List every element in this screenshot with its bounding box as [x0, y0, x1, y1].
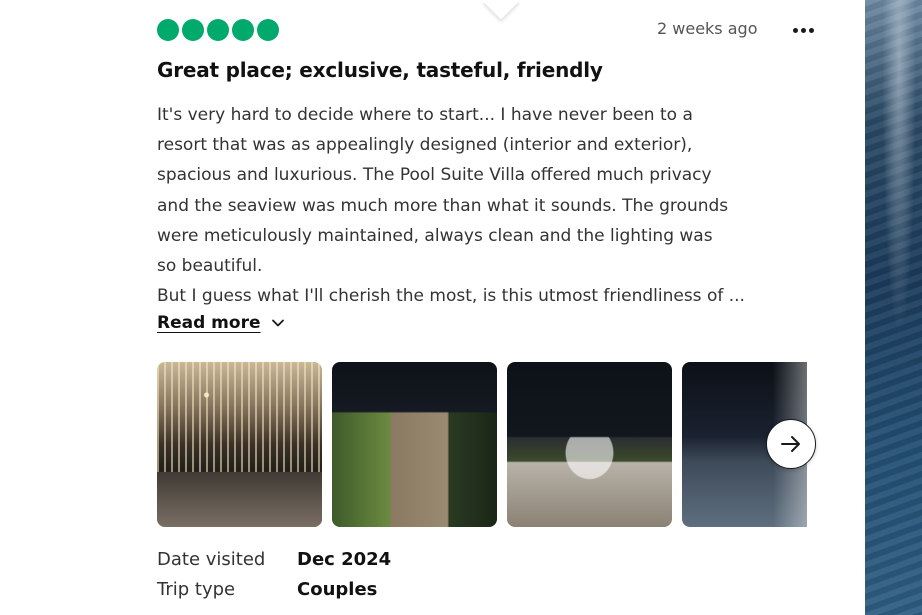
read-more-label: Read more: [157, 313, 261, 333]
detail-value: Dec 2024: [297, 549, 392, 570]
more-options-button[interactable]: [787, 17, 819, 43]
rating-bubble-icon: [207, 19, 229, 41]
review-title: Great place; exclusive, tasteful, friend…: [157, 58, 603, 82]
review-photo-pergola-walkway[interactable]: [507, 362, 672, 527]
read-more-button[interactable]: Read more: [157, 313, 285, 333]
rating-bubble-icon: [257, 19, 279, 41]
rating-bubbles: [157, 19, 279, 41]
review-body-line: so beautiful.: [157, 256, 263, 277]
review-body-line: spacious and luxurious. The Pool Suite V…: [157, 165, 712, 186]
review-date: 2 weeks ago: [657, 19, 758, 38]
left-gutter: [0, 0, 135, 615]
gallery-next-button[interactable]: [766, 419, 816, 469]
chevron-down-icon: [271, 319, 284, 327]
detail-row-trip-type: Trip type Couples: [157, 579, 377, 600]
photo-gallery: [157, 362, 807, 527]
review-photo-garden-path[interactable]: [332, 362, 497, 527]
review-body-line: It's very hard to decide where to start.…: [157, 105, 693, 125]
detail-value: Couples: [297, 579, 378, 600]
review-card: 2 weeks ago Great place; exclusive, tast…: [135, 0, 865, 615]
ellipsis-icon: [792, 27, 798, 33]
review-body-line: and the seaview was much more than what …: [157, 195, 729, 216]
card-pointer-notch: [482, 0, 520, 20]
review-body-line: were meticulously maintained, always cle…: [157, 225, 713, 246]
review-body: It's very hard to decide where to start.…: [157, 100, 837, 311]
review-photo-light-canopy[interactable]: [157, 362, 322, 527]
rating-bubble-icon: [232, 19, 254, 41]
rating-bubble-icon: [182, 19, 204, 41]
review-body-line: resort that was as appealingly designed …: [157, 135, 693, 156]
detail-label: Trip type: [157, 579, 236, 600]
arrow-right-icon: [781, 436, 800, 452]
background-pool-photo: [865, 0, 922, 615]
review-body-line: But I guess what I'll cherish the most, …: [157, 286, 745, 307]
detail-row-date-visited: Date visited Dec 2024: [157, 549, 391, 570]
rating-bubble-icon: [157, 19, 179, 41]
detail-label: Date visited: [157, 549, 266, 570]
